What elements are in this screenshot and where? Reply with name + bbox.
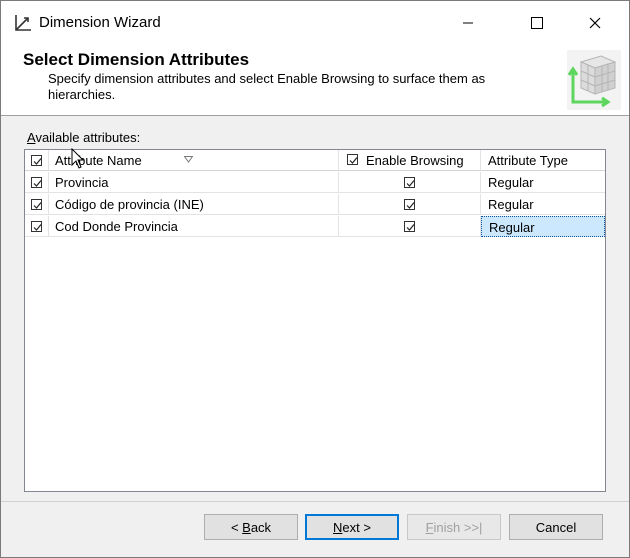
row-check-cell: [25, 194, 49, 215]
minimize-icon: [463, 22, 473, 24]
back-button[interactable]: < Back: [204, 514, 298, 540]
checkmark-icon: [406, 224, 415, 231]
attribute-type-cell[interactable]: Regular: [481, 172, 605, 193]
wizard-icon: [15, 15, 31, 31]
grid-header-row: Attribute Name Enable Browsing Attribute…: [25, 150, 605, 172]
checkmark-icon: [349, 157, 358, 164]
checkmark-icon: [406, 180, 415, 187]
footer-divider: [1, 501, 629, 502]
checkmark-icon: [33, 158, 42, 165]
table-row[interactable]: Provincia Regular: [25, 172, 605, 194]
cube-icon: [567, 50, 621, 110]
maximize-button[interactable]: [514, 1, 560, 45]
maximize-icon: [531, 17, 543, 29]
close-icon: [589, 17, 601, 29]
row-checkbox[interactable]: [31, 199, 42, 210]
attribute-type-cell[interactable]: Regular: [481, 194, 605, 215]
attribute-name-cell[interactable]: Provincia: [49, 172, 339, 193]
table-row[interactable]: Código de provincia (INE) Regular: [25, 194, 605, 216]
column-header-browsing[interactable]: Enable Browsing: [339, 150, 481, 171]
sort-icon: [184, 156, 193, 163]
minimize-button[interactable]: [445, 1, 491, 45]
page-title: Select Dimension Attributes: [23, 50, 250, 69]
checkmark-icon: [33, 202, 42, 209]
row-check-cell: [25, 172, 49, 193]
page-description: Specify dimension attributes and select …: [48, 71, 486, 102]
close-button[interactable]: [572, 1, 618, 45]
available-attributes-label: Available attributes:: [27, 130, 141, 145]
select-all-checkbox[interactable]: [31, 155, 42, 166]
title-bar[interactable]: Dimension Wizard: [1, 1, 629, 45]
checkmark-icon: [406, 202, 415, 209]
attribute-name-cell[interactable]: Código de provincia (INE): [49, 194, 339, 215]
column-header-type[interactable]: Attribute Type: [481, 150, 605, 171]
dimension-wizard-window: Dimension Wizard Select Dimension Attrib…: [0, 0, 630, 558]
header-select-all[interactable]: [25, 150, 49, 171]
enable-browsing-cell: [339, 194, 481, 215]
row-checkbox[interactable]: [31, 221, 42, 232]
enable-browsing-all-checkbox[interactable]: [347, 154, 358, 165]
enable-browsing-checkbox[interactable]: [404, 221, 415, 232]
checkmark-icon: [33, 180, 42, 187]
window-title: Dimension Wizard: [39, 14, 161, 31]
attribute-type-cell-selected[interactable]: Regular: [481, 216, 605, 237]
attribute-name-cell[interactable]: Cod Donde Provincia: [49, 216, 339, 237]
mouse-cursor-icon: [71, 148, 85, 169]
finish-button[interactable]: Finish >>|: [407, 514, 501, 540]
attributes-grid[interactable]: Attribute Name Enable Browsing Attribute…: [24, 148, 606, 492]
column-header-name[interactable]: Attribute Name: [49, 150, 339, 171]
row-check-cell: [25, 216, 49, 237]
enable-browsing-cell: [339, 216, 481, 237]
enable-browsing-cell: [339, 172, 481, 193]
enable-browsing-checkbox[interactable]: [404, 177, 415, 188]
next-button[interactable]: Next >: [305, 514, 399, 540]
row-checkbox[interactable]: [31, 177, 42, 188]
enable-browsing-checkbox[interactable]: [404, 199, 415, 210]
table-row[interactable]: Cod Donde Provincia Regular: [25, 216, 605, 238]
checkmark-icon: [33, 224, 42, 231]
wizard-header: Select Dimension Attributes Specify dime…: [1, 45, 629, 116]
cancel-button[interactable]: Cancel: [509, 514, 603, 540]
